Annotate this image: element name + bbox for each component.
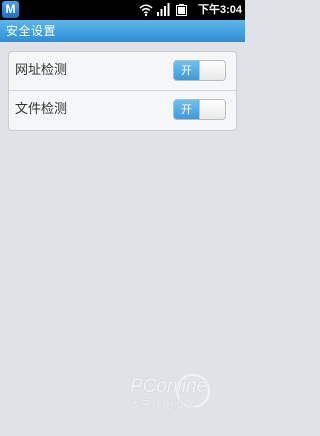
wifi-icon: [139, 4, 153, 17]
toggle-on-label: 开: [174, 100, 199, 119]
toggle-on-label: 开: [174, 61, 199, 80]
app-shield-icon: M: [2, 1, 19, 18]
url-check-toggle[interactable]: 开: [173, 60, 226, 81]
status-time: 下午3:04: [197, 4, 242, 16]
page-title: 安全设置: [6, 24, 57, 38]
status-bar: M 下午3:04: [0, 0, 245, 20]
settings-card: 网址检测 开 文件检测 开: [8, 51, 237, 131]
title-bar: 安全设置: [0, 20, 245, 42]
watermark-subtitle: 太平洋电脑网: [130, 400, 196, 411]
battery-icon: [176, 4, 187, 16]
setting-label: 文件检测: [15, 102, 68, 117]
setting-row-url-check: 网址检测 开: [9, 52, 236, 91]
signal-icon: [157, 3, 170, 16]
watermark: PConline 太平洋电脑网: [126, 372, 236, 428]
toggle-knob: [199, 61, 225, 80]
toggle-knob: [199, 100, 225, 119]
file-check-toggle[interactable]: 开: [173, 99, 226, 120]
watermark-brand: PConline: [130, 376, 208, 397]
setting-label: 网址检测: [15, 63, 68, 78]
setting-row-file-check: 文件检测 开: [9, 91, 236, 130]
